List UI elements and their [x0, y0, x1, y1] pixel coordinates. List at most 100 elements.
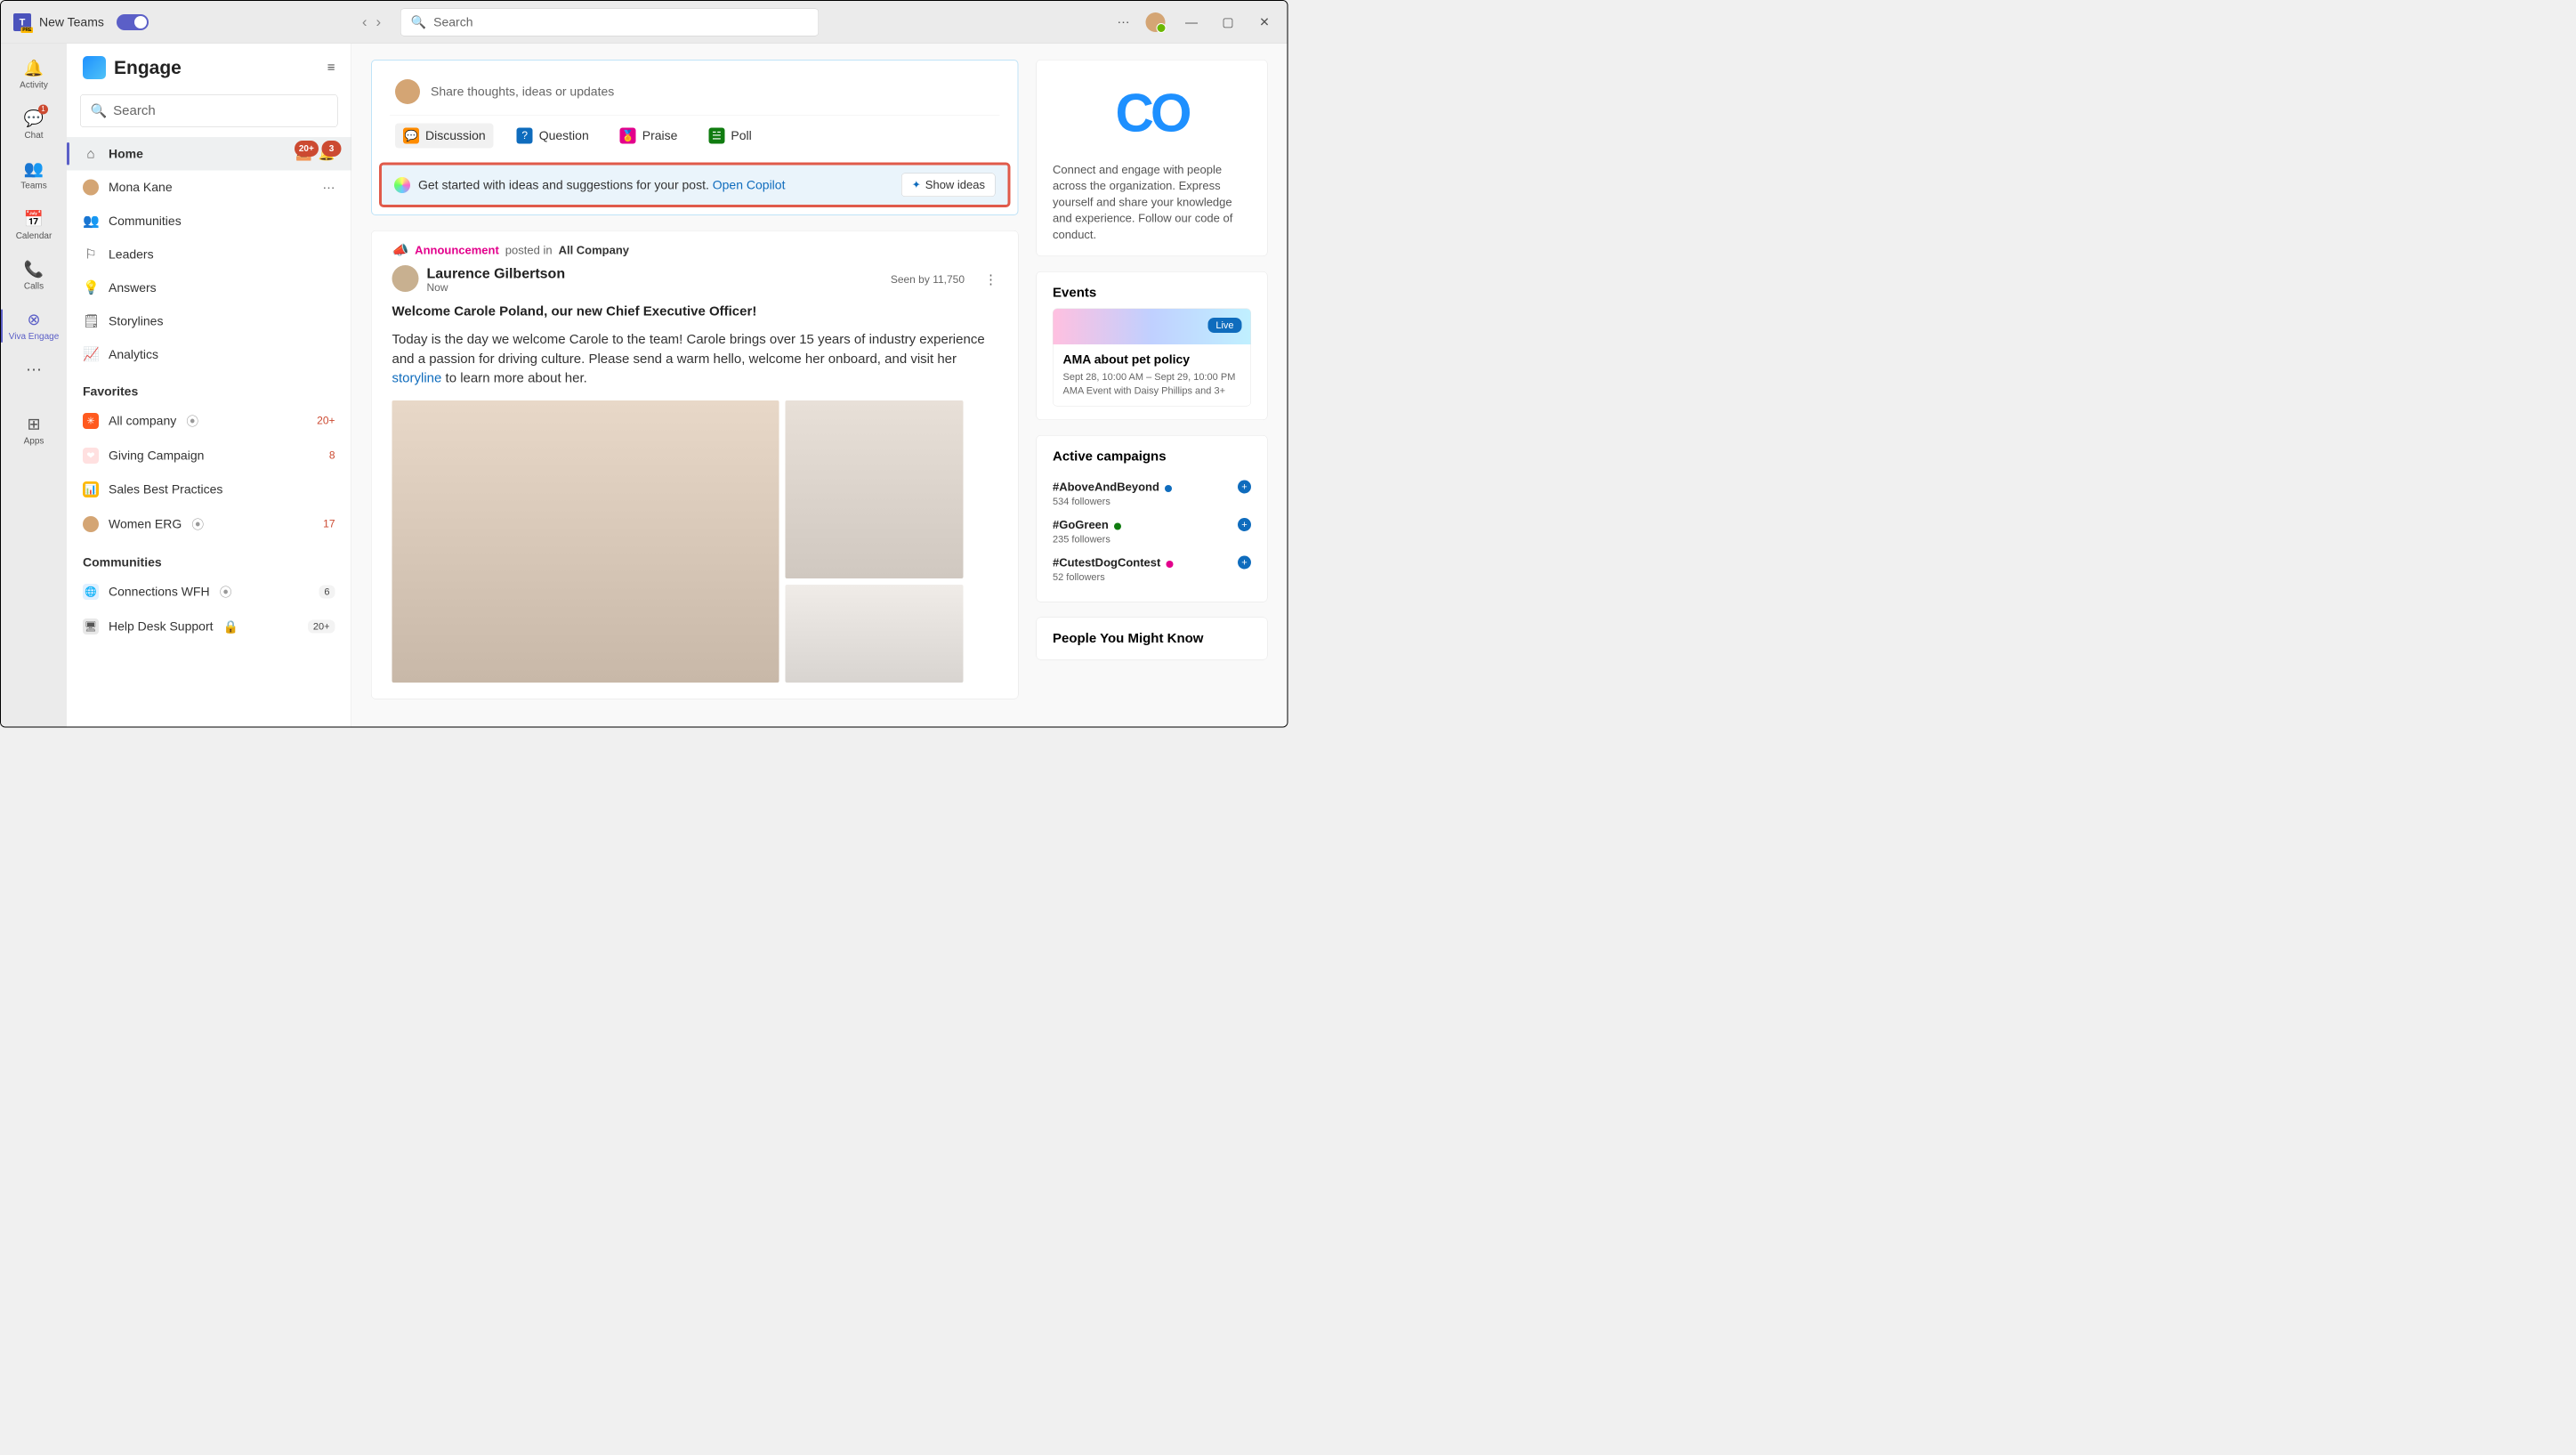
- chat-badge: 1: [38, 105, 48, 115]
- hamburger-icon[interactable]: ≡: [327, 61, 335, 76]
- author-avatar[interactable]: [392, 265, 419, 292]
- tab-poll[interactable]: ☱ Poll: [700, 124, 759, 149]
- events-title: Events: [1053, 285, 1251, 300]
- favorite-women-erg[interactable]: Women ERG ⦿ 17: [67, 506, 351, 542]
- event-banner: Live: [1054, 309, 1251, 344]
- close-button[interactable]: ✕: [1255, 12, 1275, 32]
- engage-icon: ⊗: [27, 311, 40, 329]
- sidebar-item-communities[interactable]: 👥 Communities: [67, 205, 351, 238]
- user-avatar[interactable]: [1146, 12, 1166, 32]
- rail-apps[interactable]: ⊞ Apps: [1, 408, 67, 454]
- sidebar-item-label: Home: [109, 147, 143, 161]
- post-community-link[interactable]: All Company: [559, 244, 629, 258]
- new-teams-toggle[interactable]: [117, 14, 149, 30]
- main-content: Share thoughts, ideas or updates 💬 Discu…: [351, 44, 1288, 727]
- campaign-item[interactable]: #CutestDogContest 52 followers +: [1053, 550, 1251, 588]
- sidebar-item-user[interactable]: Mona Kane ⋯: [67, 171, 351, 205]
- sidebar-item-label: Women ERG: [109, 517, 182, 531]
- campaign-item[interactable]: #AboveAndBeyond 534 followers +: [1053, 474, 1251, 513]
- post-title: Welcome Carole Poland, our new Chief Exe…: [392, 304, 998, 319]
- sidebar-item-label: Mona Kane: [109, 181, 173, 195]
- seen-by-count[interactable]: Seen by 11,750: [891, 273, 965, 286]
- notifications-button[interactable]: 🔔 3: [319, 146, 335, 162]
- post-images: [392, 400, 998, 683]
- rail-chat[interactable]: 💬 1 Chat: [1, 102, 67, 149]
- campaigns-card: Active campaigns #AboveAndBeyond 534 fol…: [1037, 435, 1268, 602]
- post-composer: Share thoughts, ideas or updates 💬 Discu…: [371, 60, 1019, 215]
- sidebar-item-leaders[interactable]: ⚐ Leaders: [67, 238, 351, 271]
- post-more-button[interactable]: ⋮: [984, 272, 997, 288]
- tab-question[interactable]: ? Question: [509, 124, 597, 149]
- storyline-link[interactable]: storyline: [392, 371, 442, 386]
- search-icon: 🔍: [411, 15, 426, 30]
- question-icon: ?: [517, 128, 533, 144]
- add-campaign-button[interactable]: +: [1238, 480, 1251, 493]
- people-icon: 👥: [24, 159, 44, 178]
- verified-icon: [1165, 485, 1172, 492]
- sidebar-item-label: Answers: [109, 280, 157, 295]
- more-icon: ⋯: [26, 360, 42, 379]
- sidebar-item-label: Analytics: [109, 347, 158, 361]
- minimize-button[interactable]: —: [1182, 12, 1202, 32]
- favorite-all-company[interactable]: ✳ All company ⦿ 20+: [67, 403, 351, 439]
- community-connections-wfh[interactable]: 🌐 Connections WFH ⦿ 6: [67, 574, 351, 610]
- verified-icon: ⦿: [186, 412, 198, 430]
- sidebar-item-label: Communities: [109, 214, 182, 228]
- global-search-input[interactable]: 🔍 Search: [400, 8, 819, 36]
- campaign-item[interactable]: #GoGreen 235 followers +: [1053, 513, 1251, 551]
- community-icon: [83, 516, 99, 532]
- campaigns-title: Active campaigns: [1053, 449, 1251, 464]
- sidebar-item-answers[interactable]: 💡 Answers: [67, 271, 351, 305]
- rail-teams[interactable]: 👥 Teams: [1, 152, 67, 198]
- communities-header: Communities: [67, 542, 351, 574]
- favorite-giving-campaign[interactable]: ❤ Giving Campaign 8: [67, 439, 351, 473]
- more-options-button[interactable]: ⋯: [1118, 15, 1130, 30]
- composer-avatar: [395, 79, 420, 104]
- open-copilot-link[interactable]: Open Copilot: [713, 178, 786, 192]
- title-bar: T New Teams ‹ › 🔍 Search ⋯ — ▢ ✕: [1, 1, 1288, 44]
- analytics-icon: 📈: [83, 347, 99, 363]
- author-name[interactable]: Laurence Gilbertson: [427, 265, 566, 282]
- communities-icon: 👥: [83, 214, 99, 230]
- co-logo: CO: [1053, 83, 1251, 144]
- post-image[interactable]: [392, 400, 779, 683]
- rail-activity[interactable]: 🔔 Activity: [1, 52, 67, 98]
- favorite-sales-best-practices[interactable]: 📊 Sales Best Practices: [67, 473, 351, 506]
- storylines-icon: 🗒: [83, 313, 99, 329]
- apps-icon: ⊞: [27, 415, 40, 433]
- inbox-button[interactable]: 📥 20+: [295, 146, 312, 162]
- community-icon: 🌐: [83, 584, 99, 600]
- add-campaign-button[interactable]: +: [1238, 518, 1251, 531]
- tab-praise[interactable]: 🏅 Praise: [612, 124, 686, 149]
- event-meta: AMA Event with Daisy Phillips and 3+: [1063, 384, 1241, 397]
- bell-icon: 🔔: [24, 59, 44, 77]
- show-ideas-button[interactable]: ✦ Show ideas: [901, 174, 995, 198]
- rail-calendar[interactable]: 📅 Calendar: [1, 203, 67, 249]
- tab-discussion[interactable]: 💬 Discussion: [395, 124, 494, 149]
- sidebar-item-label: All company: [109, 414, 176, 428]
- sidebar-item-storylines[interactable]: 🗒 Storylines: [67, 304, 351, 338]
- community-help-desk-support[interactable]: 🖥 Help Desk Support 🔒 20+: [67, 610, 351, 643]
- post-image[interactable]: [786, 585, 964, 683]
- copilot-banner: Get started with ideas and suggestions f…: [379, 163, 1011, 208]
- rail-viva-engage[interactable]: ⊗ Viva Engage: [1, 303, 67, 350]
- rail-more[interactable]: ⋯: [1, 353, 67, 386]
- event-item[interactable]: Live AMA about pet policy Sept 28, 10:00…: [1053, 308, 1251, 406]
- more-icon[interactable]: ⋯: [323, 180, 335, 195]
- composer-input-row[interactable]: Share thoughts, ideas or updates: [390, 76, 1000, 115]
- post-image[interactable]: [786, 400, 964, 578]
- engage-logo-icon: [83, 56, 106, 79]
- phone-icon: 📞: [24, 260, 44, 279]
- forward-button[interactable]: ›: [376, 13, 382, 31]
- back-button[interactable]: ‹: [362, 13, 367, 31]
- add-campaign-button[interactable]: +: [1238, 555, 1251, 569]
- engage-search-input[interactable]: 🔍 Search: [80, 94, 338, 127]
- rail-calls[interactable]: 📞 Calls: [1, 253, 67, 299]
- event-title: AMA about pet policy: [1063, 352, 1241, 367]
- sidebar-item-analytics[interactable]: 📈 Analytics: [67, 338, 351, 372]
- live-badge: Live: [1207, 318, 1241, 333]
- sidebar-item-home[interactable]: ⌂ Home 📥 20+ 🔔 3: [67, 137, 351, 171]
- maximize-button[interactable]: ▢: [1218, 12, 1239, 32]
- home-icon: ⌂: [83, 146, 99, 161]
- community-icon: 🖥: [83, 618, 99, 635]
